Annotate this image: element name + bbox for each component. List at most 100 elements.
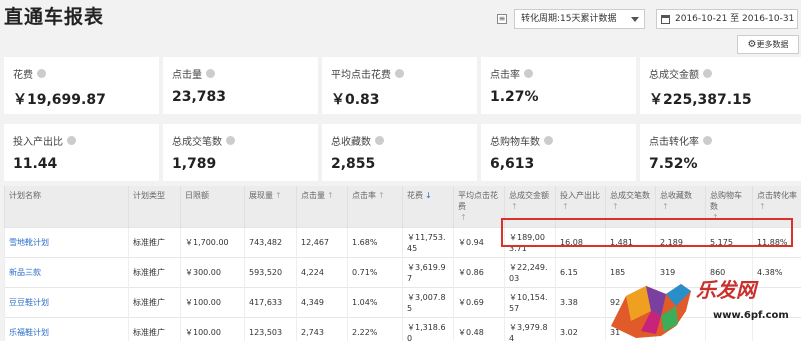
sort-icon[interactable]: ↑	[712, 213, 719, 222]
help-icon[interactable]	[67, 136, 76, 145]
col-header-conversion[interactable]: 点击转化率 ↑	[752, 186, 801, 228]
col-header-carts[interactable]: 总购物车数 ↑	[705, 186, 753, 228]
metric-card: 总成交笔数 1,789	[163, 124, 318, 181]
period-label: 转化周期:15天累计数据	[521, 14, 617, 24]
help-icon[interactable]	[703, 69, 712, 78]
metric-label: 点击转化率	[649, 137, 699, 148]
col-header-ctr[interactable]: 点击率 ↑	[347, 186, 403, 228]
sort-icon[interactable]: ↑	[327, 191, 334, 200]
table-cell: 3.38	[555, 287, 606, 318]
table-cell: 1,481	[605, 227, 656, 258]
table-cell: 16.08	[555, 227, 606, 258]
metric-value: 1.27%	[490, 89, 539, 105]
metric-value: ￥225,387.15	[649, 92, 752, 108]
table-cell: 2,189	[655, 227, 706, 258]
metric-value: 11.44	[13, 156, 58, 172]
help-icon[interactable]	[226, 136, 235, 145]
metric-value: 7.52%	[649, 156, 698, 172]
metric-label: 总成交金额	[649, 70, 699, 81]
table-cell: 743,482	[244, 227, 297, 258]
table-cell: 标准推广	[128, 287, 181, 318]
table-cell: ￥0.69	[453, 287, 505, 318]
col-header-daily-limit[interactable]: 日限额	[180, 186, 245, 228]
help-icon[interactable]	[206, 69, 215, 78]
table-cell: ￥3,007.85	[402, 287, 454, 318]
col-header-plan-name[interactable]: 计划名称	[4, 186, 129, 228]
table-cell: ￥3,979.84	[504, 317, 556, 341]
help-icon[interactable]	[524, 69, 533, 78]
sort-icon[interactable]: ↑	[612, 202, 619, 211]
col-header-plan-type[interactable]: 计划类型	[128, 186, 181, 228]
table-cell: 11.88%	[752, 227, 801, 258]
table-cell: 4,224	[296, 257, 348, 288]
help-icon[interactable]	[703, 136, 712, 145]
sort-icon[interactable]: ↑	[511, 202, 518, 211]
col-header-impressions[interactable]: 展现量 ↑	[244, 186, 297, 228]
calendar-icon	[661, 14, 670, 24]
sort-icon[interactable]: ↑	[460, 213, 467, 222]
date-range-picker[interactable]: 2016-10-21 至 2016-10-31	[656, 9, 798, 29]
metric-value: 6,613	[490, 156, 535, 172]
sort-icon[interactable]: ↑	[759, 202, 766, 211]
col-header-roi[interactable]: 投入产出比 ↑	[555, 186, 606, 228]
metric-label: 平均点击花费	[331, 70, 391, 81]
help-icon[interactable]	[375, 136, 384, 145]
plan-name-link[interactable]: 新品三款	[4, 257, 129, 288]
help-icon[interactable]	[544, 136, 553, 145]
metric-card: 投入产出比 11.44	[4, 124, 159, 181]
watermark-text: 乐发网	[696, 278, 756, 302]
metric-label: 点击量	[172, 70, 202, 81]
period-selector[interactable]: ≡ 转化周期:15天累计数据	[497, 9, 645, 29]
table-cell: ￥100.00	[180, 317, 245, 341]
col-header-total-sales[interactable]: 总成交金额 ↑	[504, 186, 556, 228]
help-icon[interactable]	[37, 69, 46, 78]
table-cell: 3.02	[555, 317, 606, 341]
metric-value: 23,783	[172, 89, 227, 105]
table-cell: 标准推广	[128, 227, 181, 258]
sort-icon[interactable]: ↑	[378, 191, 385, 200]
period-dropdown[interactable]: 转化周期:15天累计数据	[514, 9, 645, 29]
table-cell: 1.04%	[347, 287, 403, 318]
metric-card: 点击量 23,783	[163, 57, 318, 114]
table-cell: ￥300.00	[180, 257, 245, 288]
plan-name-link[interactable]: 豆豆鞋计划	[4, 287, 129, 318]
metric-label: 投入产出比	[13, 137, 63, 148]
help-icon[interactable]	[395, 69, 404, 78]
sort-icon[interactable]: ↑	[275, 191, 282, 200]
table-cell: ￥189,003.71	[504, 227, 556, 258]
metric-card: 总收藏数 2,855	[322, 124, 477, 181]
table-cell: 417,633	[244, 287, 297, 318]
table-cell: 593,520	[244, 257, 297, 288]
table-cell: ￥0.48	[453, 317, 505, 341]
table-cell: 2.22%	[347, 317, 403, 341]
metric-value: ￥0.83	[331, 92, 380, 108]
sort-icon[interactable]: ↑	[562, 202, 569, 211]
table-cell: 标准推广	[128, 257, 181, 288]
table-cell: ￥100.00	[180, 287, 245, 318]
table-cell: 标准推广	[128, 317, 181, 341]
watermark: 乐发网 www.6pf.com	[606, 266, 801, 341]
col-header-orders[interactable]: 总成交笔数 ↑	[605, 186, 656, 228]
metric-card: 点击转化率 7.52%	[640, 124, 801, 181]
col-header-cost[interactable]: 花费 ↓	[402, 186, 454, 228]
col-header-favorites[interactable]: 总收藏数 ↑	[655, 186, 706, 228]
table-cell: 5,175	[705, 227, 753, 258]
watermark-url: www.6pf.com	[713, 310, 789, 321]
plan-name-link[interactable]: 雪地靴计划	[4, 227, 129, 258]
table-cell: ￥1,700.00	[180, 227, 245, 258]
sort-active-icon[interactable]: ↓	[425, 191, 432, 200]
col-header-clicks[interactable]: 点击量 ↑	[296, 186, 348, 228]
plan-name-link[interactable]: 乐福鞋计划	[4, 317, 129, 341]
metric-label: 总收藏数	[331, 137, 371, 148]
metric-value: 2,855	[331, 156, 376, 172]
table-cell: 1.68%	[347, 227, 403, 258]
col-header-avg-cpc[interactable]: 平均点击花费 ↑	[453, 186, 505, 228]
chevron-down-icon	[631, 17, 639, 22]
metric-card: 点击率 1.27%	[481, 57, 636, 114]
table-cell: ￥3,619.97	[402, 257, 454, 288]
table-row: 雪地靴计划 标准推广 ￥1,700.00 743,482 12,467 1.68…	[4, 227, 801, 258]
sort-icon[interactable]: ↑	[662, 202, 669, 211]
table-cell: ￥0.94	[453, 227, 505, 258]
more-data-button[interactable]: ⚙更多数据	[737, 35, 799, 54]
table-cell: ￥11,753.45	[402, 227, 454, 258]
